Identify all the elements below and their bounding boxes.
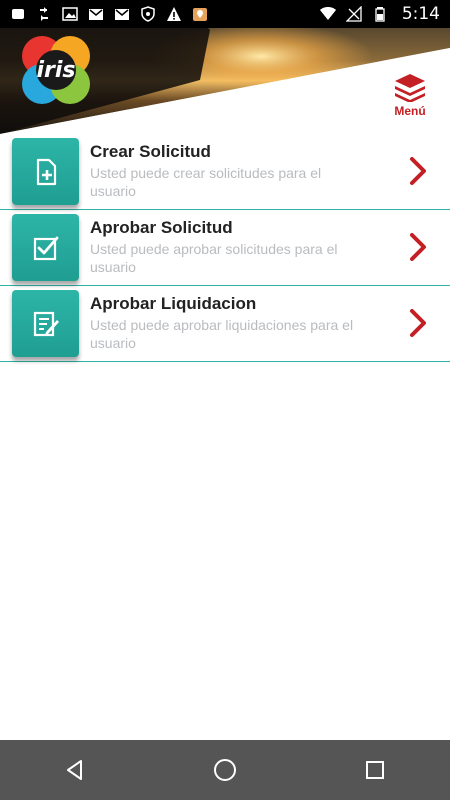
back-button[interactable] <box>45 750 105 790</box>
list-item-aprobar-liquidacion[interactable]: Aprobar Liquidacion Usted puede aprobar … <box>0 286 450 362</box>
no-signal-icon <box>345 6 362 22</box>
menu-button[interactable]: Menú <box>390 72 430 120</box>
chevron-right-icon[interactable] <box>408 308 428 338</box>
sync-icon <box>36 6 52 22</box>
item-title: Aprobar Liquidacion <box>90 294 257 313</box>
item-description: Usted puede crear solicitudes para el us… <box>90 165 322 199</box>
alert-icon <box>166 6 182 22</box>
image-icon <box>62 6 78 22</box>
iris-logo: iris <box>18 32 94 108</box>
navigation-bar <box>0 740 450 800</box>
item-description: Usted puede aprobar liquidaciones para e… <box>90 317 354 351</box>
battery-icon <box>372 6 388 22</box>
status-bar: 5:14 <box>0 0 450 28</box>
back-triangle-icon <box>67 760 82 780</box>
shield-icon <box>140 6 156 22</box>
logo-text: iris <box>36 57 76 83</box>
item-title: Aprobar Solicitud <box>90 218 233 237</box>
file-add-icon <box>12 138 79 205</box>
item-title: Crear Solicitud <box>90 142 211 161</box>
chevron-right-icon[interactable] <box>408 232 428 262</box>
document-edit-icon <box>12 290 79 357</box>
list-item-aprobar-solicitud[interactable]: Aprobar Solicitud Usted puede aprobar so… <box>0 210 450 286</box>
home-circle-icon <box>214 759 236 781</box>
gmail-icon <box>114 6 130 22</box>
home-button[interactable] <box>195 750 255 790</box>
chevron-right-icon[interactable] <box>408 156 428 186</box>
gmail-icon <box>88 6 104 22</box>
location-icon <box>192 6 208 22</box>
square-icon <box>10 6 26 22</box>
check-box-icon <box>12 214 79 281</box>
item-description: Usted puede aprobar solicitudes para el … <box>90 241 338 275</box>
recents-button[interactable] <box>345 750 405 790</box>
wifi-icon <box>319 6 336 22</box>
status-time: 5:14 <box>401 4 440 24</box>
list-item-crear-solicitud[interactable]: Crear Solicitud Usted puede crear solici… <box>0 134 450 210</box>
recents-square-icon <box>366 761 384 779</box>
layers-icon <box>395 74 425 102</box>
menu-label: Menú <box>394 104 426 118</box>
menu-list: Crear Solicitud Usted puede crear solici… <box>0 134 450 362</box>
